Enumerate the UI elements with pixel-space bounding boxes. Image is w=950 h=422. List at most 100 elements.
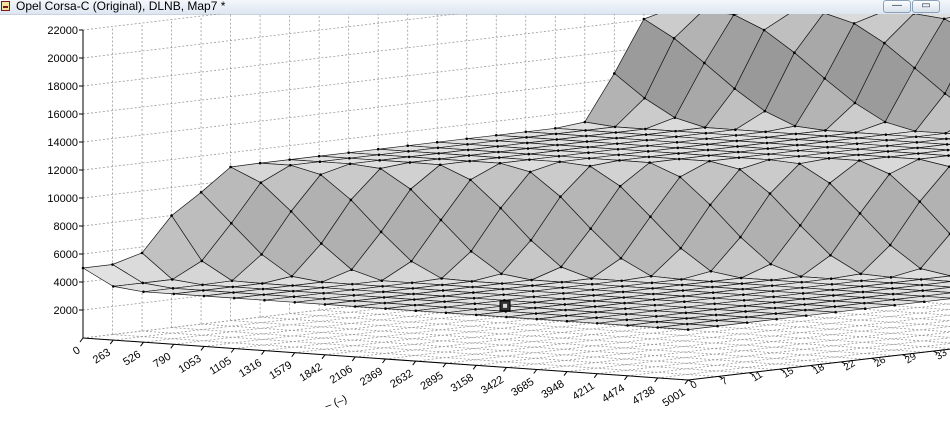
x-tick-label: 1105 (207, 355, 233, 378)
maximize-button[interactable]: ▭ (912, 0, 940, 13)
surface-node (651, 287, 654, 290)
surface-node (770, 278, 773, 282)
surface-node (855, 136, 858, 140)
surface-node (947, 154, 950, 157)
surface-node (588, 164, 592, 168)
z-tick-label: 20000 (47, 53, 78, 65)
surface-node (771, 289, 775, 293)
x-tick-label: 2895 (418, 370, 445, 393)
surface-node (675, 140, 679, 144)
surface-node (499, 206, 502, 210)
x-tick-mark (533, 369, 538, 374)
surface-node (804, 314, 808, 317)
surface-node (646, 144, 649, 148)
surface-node (613, 72, 616, 75)
surface-node (350, 268, 353, 272)
surface-node (892, 298, 896, 301)
minimize-button[interactable]: — (883, 0, 911, 13)
surface-node (348, 156, 351, 160)
surface-node (502, 293, 505, 296)
surface-node (410, 281, 414, 285)
surface-node (320, 242, 323, 245)
surface-node (772, 295, 775, 299)
z-tick-label: 16000 (47, 109, 78, 121)
x-tick-mark (472, 364, 477, 370)
surface-node (202, 294, 206, 298)
surface-node (680, 283, 684, 287)
x-tick-mark (321, 354, 326, 360)
surface-node (553, 126, 557, 130)
y-tick-label: 0 (689, 379, 700, 392)
surface-node (682, 294, 685, 298)
surface-node (891, 292, 895, 296)
surface-node (946, 148, 950, 152)
surface-node (891, 287, 894, 290)
surface-node (554, 132, 558, 136)
surface-node (590, 282, 594, 286)
surface-node (525, 136, 528, 139)
surface-node (465, 137, 469, 141)
surface-node (353, 305, 357, 308)
surface-node (888, 172, 891, 176)
x-tick-label: 526 (121, 349, 143, 369)
surface-node (860, 279, 863, 283)
surface-node (562, 297, 566, 301)
surface-node (592, 294, 595, 297)
floor-gridline (201, 323, 807, 367)
x-tick-mark (79, 337, 84, 343)
surface-node (587, 157, 591, 160)
surface-node (648, 161, 652, 164)
surface-node (714, 308, 717, 311)
surface-node (827, 157, 831, 160)
minimize-icon: — (892, 0, 902, 11)
x-tick-mark (109, 339, 114, 345)
surface-node (737, 156, 741, 159)
surface-node (801, 286, 804, 290)
surface-node (741, 287, 744, 291)
surface-node (382, 296, 386, 299)
surface-node (762, 28, 766, 32)
surface-node (795, 143, 799, 147)
x-tick-label: 1053 (176, 353, 203, 376)
surface-node (916, 152, 920, 155)
surface-node (444, 311, 448, 315)
surface-node (413, 303, 417, 307)
x-tick-mark (382, 358, 386, 364)
surface-node (436, 146, 440, 150)
x-tick-label: 3948 (539, 378, 566, 401)
surface-node (409, 187, 412, 191)
surface-node (883, 41, 886, 45)
surface-node (944, 131, 947, 135)
surface-node (796, 149, 800, 152)
x-tick-mark (503, 367, 507, 372)
surface-node (654, 315, 658, 318)
surface-node (291, 289, 295, 293)
surface-node (803, 303, 806, 306)
surface-node (860, 285, 864, 288)
surface-node (440, 277, 443, 280)
surface-node (922, 300, 926, 304)
surface-node (379, 167, 382, 170)
surface-node (643, 96, 646, 100)
surface-node (320, 280, 324, 284)
surface-node (766, 147, 770, 150)
surface-node (501, 287, 505, 291)
surface-node (614, 131, 618, 134)
surface-node (734, 134, 738, 137)
surface-node (615, 136, 618, 140)
surface-node (705, 143, 709, 146)
surface-node (890, 281, 894, 285)
surface-node (533, 306, 537, 310)
surface-node (347, 151, 350, 154)
surface-node (263, 298, 266, 302)
surface-node (676, 146, 680, 150)
surface-node (411, 287, 415, 290)
surface-node (534, 312, 538, 315)
surface-chart[interactable]: 2000 4000 6000 8000 10000 12000 14000 16000 1800… (0, 14, 950, 422)
surface-node (496, 145, 500, 148)
surface-node (353, 299, 356, 303)
surface-node (438, 157, 441, 161)
surface-node (618, 159, 621, 162)
surface-node (559, 265, 563, 269)
app-icon (1, 1, 10, 11)
